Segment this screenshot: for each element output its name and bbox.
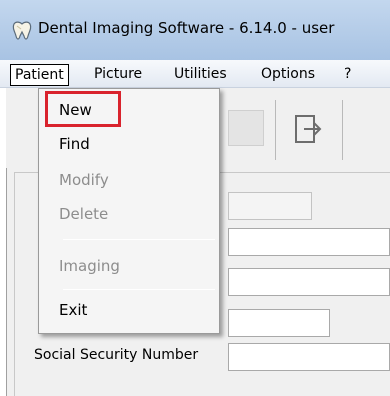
menu-utilities[interactable]: Utilities <box>170 64 231 86</box>
toolbar-separator <box>275 100 276 160</box>
toolbar-separator <box>342 100 343 160</box>
menu-item-find[interactable]: Find <box>59 135 90 153</box>
exit-icon[interactable] <box>290 110 330 150</box>
highlight-annotation <box>45 91 121 127</box>
title-bar: Dental Imaging Software - 6.14.0 - user <box>0 0 390 60</box>
menu-picture[interactable]: Picture <box>90 64 146 86</box>
window-title: Dental Imaging Software - 6.14.0 - user <box>38 19 335 37</box>
tooth-icon <box>12 21 32 40</box>
menu-separator <box>63 289 215 290</box>
ssn-field[interactable] <box>228 343 390 371</box>
patient-id-field <box>228 192 312 220</box>
menu-item-delete: Delete <box>59 205 109 223</box>
menu-patient[interactable]: Patient <box>10 64 69 86</box>
menu-options[interactable]: Options <box>257 64 319 86</box>
first-name-field[interactable] <box>228 268 390 296</box>
menu-separator <box>63 239 215 240</box>
last-name-field[interactable] <box>228 228 390 256</box>
menu-item-exit[interactable]: Exit <box>59 301 87 319</box>
birth-date-field[interactable] <box>228 309 330 337</box>
menu-bar: Patient Picture Utilities Options ? <box>0 60 390 88</box>
menu-item-imaging: Imaging <box>59 257 120 275</box>
menu-item-modify: Modify <box>59 171 109 189</box>
menu-help[interactable]: ? <box>340 64 355 86</box>
toolbar-button-grid-icon[interactable] <box>228 110 264 146</box>
ssn-label: Social Security Number <box>34 347 199 363</box>
